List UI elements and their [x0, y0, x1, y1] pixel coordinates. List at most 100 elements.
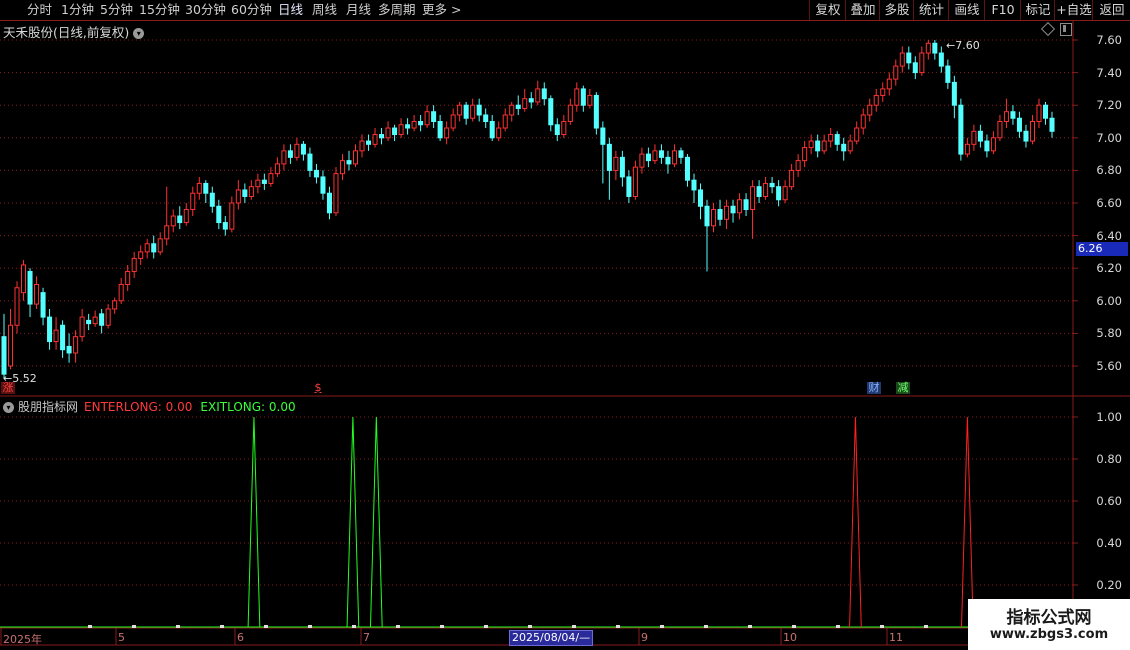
candle-body-up [587, 94, 593, 106]
candle-body-down [906, 52, 912, 64]
candle-body-up [170, 215, 176, 227]
candle-body-down [658, 150, 664, 158]
candle-body-down [99, 313, 105, 326]
candle-body-up [964, 143, 970, 155]
candle-body-up [125, 270, 131, 285]
candle-body-down [515, 104, 521, 109]
candle-body-up [183, 209, 189, 224]
candle-body-down [815, 140, 821, 152]
candle-body-down [717, 209, 723, 220]
candle-body-up [339, 160, 346, 175]
candle-body-up [131, 257, 137, 272]
indicator-tick-label: 0.20 [1096, 578, 1122, 592]
candle-body-down [261, 179, 267, 184]
candle-body-up [457, 104, 463, 116]
price-tick-label: 6.40 [1096, 228, 1122, 243]
baseline-dot [396, 625, 400, 628]
candle-body-up [737, 199, 743, 214]
price-chart[interactable] [0, 0, 1130, 650]
exit-signal-spike [247, 416, 261, 628]
marker-jian[interactable]: 减 [896, 382, 910, 394]
baseline-dot [924, 625, 928, 628]
candle-body-up [294, 143, 300, 158]
candle-body-down [776, 186, 782, 201]
candle-body-up [7, 324, 14, 367]
marker-cai[interactable]: 财 [867, 382, 881, 394]
candle-body-down [769, 182, 775, 188]
candle-body-up [34, 284, 40, 305]
candle-body-down [320, 176, 326, 194]
candle-body-up [470, 104, 476, 119]
date-tick-label: 10 [783, 631, 797, 644]
candle-body-up [522, 98, 528, 109]
candle-body-up [1036, 104, 1042, 122]
candle-body-down [60, 324, 66, 351]
candle-body-up [997, 121, 1003, 139]
baseline-dot [352, 625, 356, 628]
candle-body-up [561, 121, 567, 136]
candle-body-up [567, 104, 573, 122]
candle-body-up [450, 114, 456, 129]
candle-body-down [47, 316, 53, 343]
candle-body-down [222, 222, 228, 230]
candle-body-down [912, 62, 918, 74]
exit-signal-spike [369, 416, 383, 628]
baseline-dot [660, 625, 664, 628]
candle-body-down [437, 121, 443, 139]
candle-body-up [854, 127, 860, 142]
price-tick-label: 7.00 [1096, 130, 1122, 145]
candle-body-up [268, 173, 274, 184]
candle-body-up [750, 186, 756, 211]
marker-zhang[interactable]: 涨 [1, 382, 15, 394]
candle-body-up [613, 156, 619, 171]
candle-body-up [144, 243, 150, 253]
candle-body-up [867, 104, 873, 116]
candle-body-up [873, 94, 879, 106]
marker-dollar[interactable]: $ [312, 382, 324, 394]
price-tick-label: 7.40 [1096, 65, 1122, 80]
candle-body-down [476, 104, 482, 116]
candle-body-down [66, 345, 72, 354]
candle-body-down [645, 153, 651, 162]
candle-body-down [554, 124, 560, 136]
baseline-dot [616, 625, 620, 628]
candle-body-up [789, 169, 795, 188]
baseline-dot [176, 625, 180, 628]
candle-body-down [984, 140, 990, 152]
candle-body-up [274, 163, 280, 175]
price-tick-label: 6.20 [1096, 261, 1122, 276]
candle-body-up [847, 140, 853, 152]
indicator-title-row[interactable]: ▾ 股朋指标网 ENTERLONG: 0.00 EXITLONG: 0.00 [3, 398, 296, 415]
baseline-dot [132, 625, 136, 628]
candle-body-up [398, 124, 404, 136]
candle-body-down [300, 143, 306, 155]
candle-body-down [463, 104, 469, 119]
indicator-name: 股朋指标网 [18, 400, 79, 414]
exitlong-value: EXITLONG: 0.00 [200, 400, 296, 414]
baseline-dot [880, 625, 884, 628]
enter-signal-spike [961, 416, 974, 628]
candle-body-up [333, 173, 339, 214]
candle-body-up [79, 316, 85, 338]
candle-body-down [431, 111, 437, 123]
candle-body-down [307, 153, 313, 171]
indicator-tick-label: 0.80 [1096, 452, 1122, 466]
chevron-down-icon[interactable]: ▾ [3, 402, 14, 413]
candle-body-up [652, 150, 658, 162]
indicator-tick-label: 0.60 [1096, 494, 1122, 508]
candle-body-down [1, 336, 7, 375]
candle-body-up [157, 238, 163, 253]
baseline-dot [748, 625, 752, 628]
candle-body-up [105, 308, 111, 326]
candle-body-up [73, 336, 79, 354]
candle-body-down [743, 199, 749, 211]
candle-body-up [229, 202, 235, 230]
candle-body-down [1023, 130, 1029, 142]
candle-body-up [248, 186, 254, 197]
candle-body-up [281, 150, 287, 165]
date-tick-label: 5 [118, 631, 125, 644]
candle-body-down [203, 182, 209, 194]
candle-body-up [919, 52, 925, 74]
candle-body-down [1049, 117, 1055, 132]
candle-body-down [958, 104, 964, 155]
